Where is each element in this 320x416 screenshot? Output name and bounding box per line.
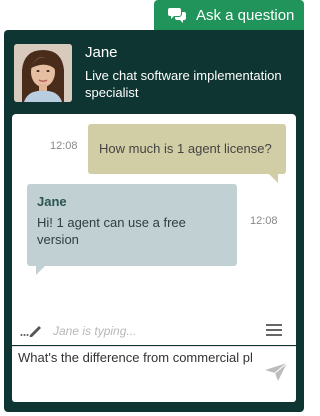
visitor-message: How much is 1 agent license?	[88, 124, 286, 183]
typing-indicator-bar: Jane is typing...	[12, 317, 296, 345]
message-input[interactable]	[18, 350, 254, 394]
agent-message-sender: Jane	[37, 194, 67, 209]
chat-messages[interactable]: 12:08 How much is 1 agent license? Jane …	[12, 114, 296, 344]
agent-message-text: Hi! 1 agent can use a free version	[37, 215, 186, 247]
send-arrow-icon[interactable]	[264, 362, 288, 382]
message-composer	[12, 346, 296, 402]
typing-status: Jane is typing...	[53, 324, 137, 338]
ask-question-label: Ask a question	[196, 6, 295, 24]
hamburger-menu-icon[interactable]	[266, 324, 282, 336]
message-timestamp: 12:08	[50, 140, 78, 152]
agent-avatar	[14, 44, 72, 102]
pencil-dots-icon	[20, 323, 42, 338]
ask-question-tab[interactable]: Ask a question	[154, 0, 304, 30]
agent-message: Jane Hi! 1 agent can use a free version	[27, 184, 237, 275]
chat-bubbles-icon	[168, 7, 186, 23]
agent-header: Jane Live chat software implementation s…	[4, 30, 304, 114]
agent-name: Jane	[85, 44, 118, 61]
chat-widget: Jane Live chat software implementation s…	[4, 30, 304, 412]
agent-title: Live chat software implementation specia…	[85, 68, 282, 100]
message-timestamp: 12:08	[250, 215, 278, 227]
visitor-message-text: How much is 1 agent license?	[99, 141, 272, 156]
